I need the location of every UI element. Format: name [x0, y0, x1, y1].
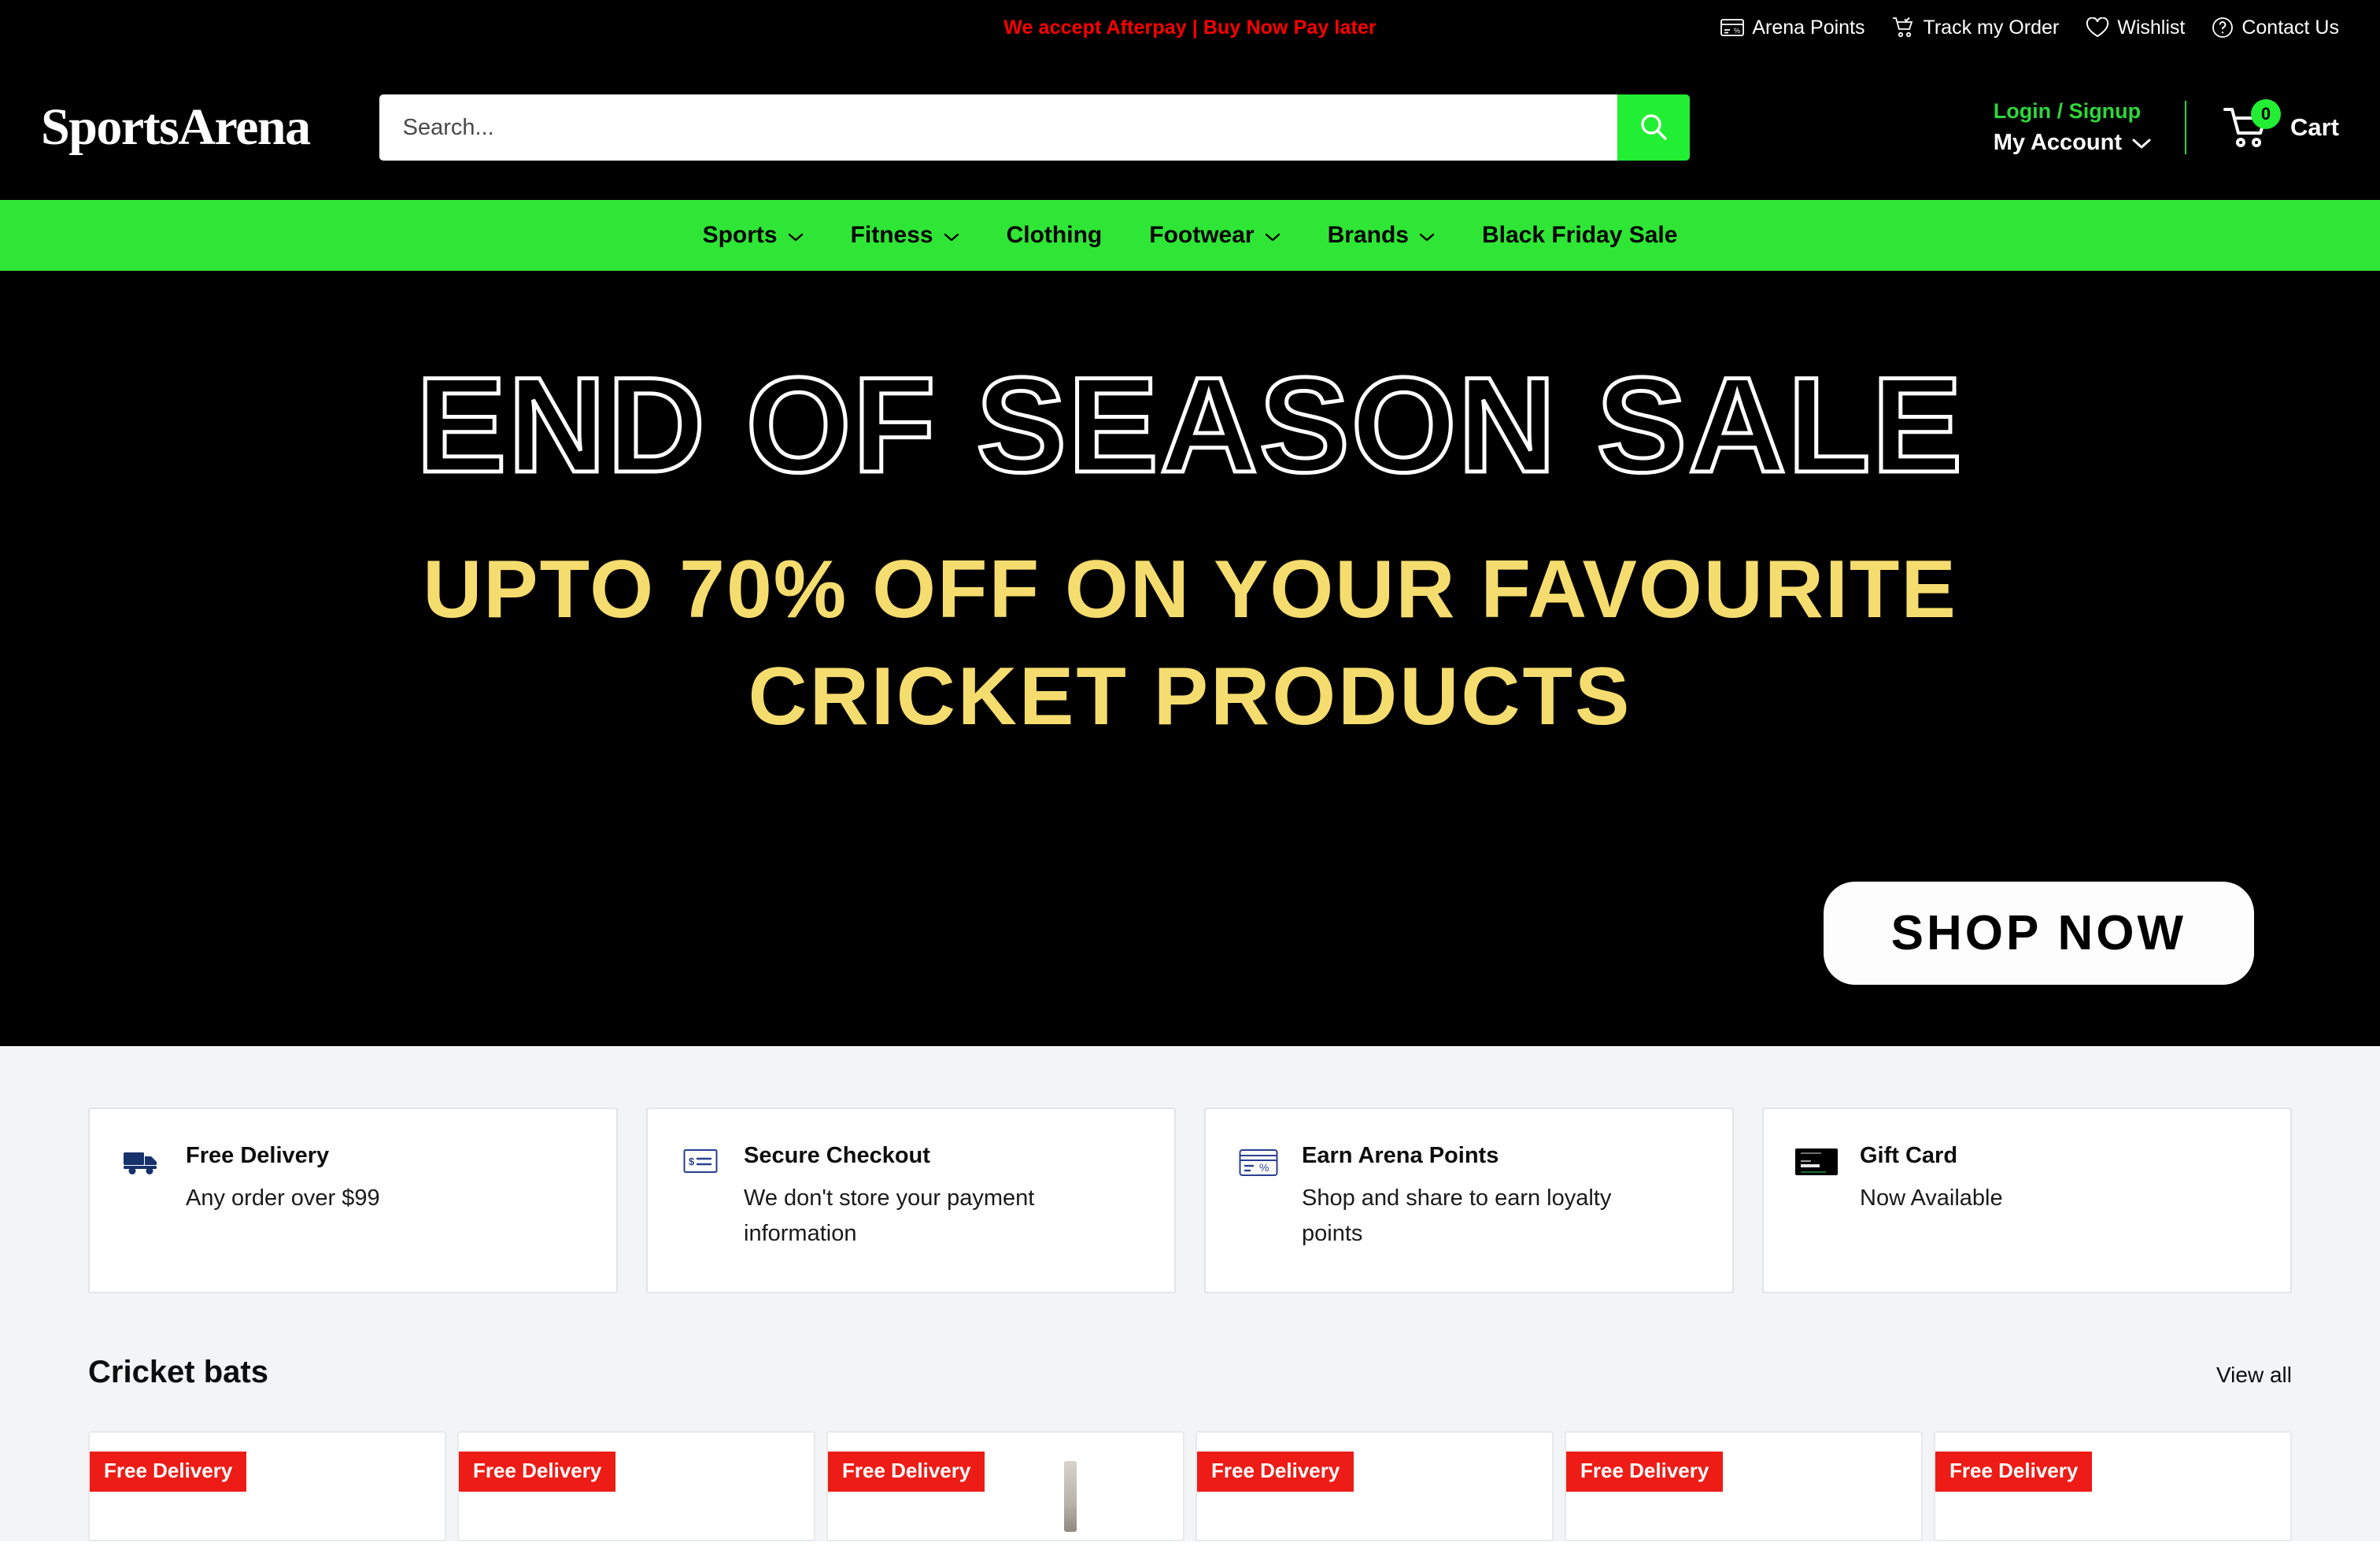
nav-item-black-friday-sale[interactable]: Black Friday Sale: [1458, 222, 1701, 249]
features-row: Free Delivery Any order over $99 $ Secur…: [88, 1108, 2292, 1293]
feature-text: Free Delivery Any order over $99: [186, 1142, 380, 1216]
account-area: Login / Signup My Account 0 Cart: [1994, 99, 2339, 156]
contact-us-link[interactable]: Contact Us: [2212, 17, 2339, 39]
question-circle-icon: [2212, 17, 2234, 39]
chevron-down-icon: [1419, 222, 1435, 249]
contact-us-label: Contact Us: [2241, 16, 2339, 39]
product-card[interactable]: Free Delivery: [88, 1431, 446, 1541]
feature-description: We don't store your payment information: [744, 1185, 1035, 1246]
cart-label: Cart: [2289, 113, 2339, 141]
feature-description: Now Available: [1860, 1185, 2003, 1211]
header-divider: [2184, 101, 2186, 154]
shopping-cart-icon: 0: [2223, 99, 2281, 150]
feature-card-secure-checkout: $ Secure Checkout We don't store your pa…: [646, 1108, 1176, 1293]
site-header: SportsArena Login / Signup My Account: [0, 55, 2380, 200]
card-percent-icon: %: [1720, 18, 1745, 37]
announcement-bar: We accept Afterpay | Buy Now Pay later %…: [0, 0, 2380, 55]
delivery-truck-icon: [121, 1142, 164, 1175]
chevron-down-icon: [788, 222, 804, 249]
product-card[interactable]: Free Delivery: [457, 1431, 815, 1541]
shop-now-button[interactable]: SHOP NOW: [1823, 882, 2254, 985]
loyalty-card-percent-icon: %: [1237, 1142, 1280, 1177]
my-account-label: My Account: [1993, 130, 2122, 155]
nav-label-fitness: Fitness: [850, 222, 933, 248]
cart-check-icon: [1892, 17, 1916, 39]
arena-points-link[interactable]: % Arena Points: [1720, 16, 1865, 39]
search-icon: [1637, 110, 1670, 146]
feature-card-free-delivery: Free Delivery Any order over $99: [88, 1108, 618, 1293]
section-header: Cricket bats View all: [88, 1355, 2292, 1390]
utility-links: % Arena Points Track my Order Wishlist C…: [1720, 17, 2339, 39]
feature-description: Shop and share to earn loyalty points: [1302, 1185, 1612, 1246]
hero-title: END OF SEASON SALE: [414, 350, 1964, 501]
wishlist-link[interactable]: Wishlist: [2086, 17, 2185, 39]
svg-text:$: $: [689, 1156, 695, 1167]
chevron-down-icon: [2131, 130, 2152, 156]
nav-item-footwear[interactable]: Footwear: [1125, 222, 1303, 249]
nav-label-black-friday-sale: Black Friday Sale: [1481, 222, 1678, 248]
my-account-button[interactable]: My Account: [1994, 130, 2152, 156]
arena-points-label: Arena Points: [1752, 16, 1865, 39]
my-account-menu[interactable]: Login / Signup My Account: [1994, 99, 2185, 156]
search-input[interactable]: [379, 94, 1617, 161]
hero-subtitle-line1: UPTO 70% OFF ON YOUR FAVOURITE: [423, 544, 1957, 635]
free-delivery-badge: Free Delivery: [828, 1452, 985, 1492]
chevron-down-icon: [1265, 222, 1281, 249]
nav-label-brands: Brands: [1327, 222, 1409, 248]
search-button[interactable]: [1617, 94, 1690, 161]
nav-item-sports[interactable]: Sports: [679, 222, 827, 249]
feature-title: Gift Card: [1860, 1143, 1958, 1168]
free-delivery-badge: Free Delivery: [1935, 1452, 2093, 1492]
product-thumbnail: [1064, 1461, 1077, 1532]
hero-banner[interactable]: END OF SEASON SALE UPTO 70% OFF ON YOUR …: [0, 271, 2380, 1046]
section-title: Cricket bats: [88, 1355, 268, 1389]
login-signup-link[interactable]: Login / Signup: [1994, 99, 2141, 124]
track-order-link[interactable]: Track my Order: [1892, 16, 2060, 39]
free-delivery-badge: Free Delivery: [1566, 1452, 1724, 1492]
feature-title: Secure Checkout: [744, 1143, 930, 1168]
feature-card-earn-arena-points: % Earn Arena Points Shop and share to ea…: [1204, 1108, 1734, 1293]
gift-card-thumbnail: [1795, 1148, 1838, 1175]
product-card[interactable]: Free Delivery: [1196, 1431, 1554, 1541]
chevron-down-icon: [944, 222, 959, 249]
svg-text:%: %: [1259, 1161, 1269, 1174]
track-order-label: Track my Order: [1923, 16, 2060, 39]
main-navigation: Sports Fitness Clothing Footwear Brands …: [0, 200, 2380, 271]
feature-description: Any order over $99: [186, 1185, 380, 1211]
nav-label-sports: Sports: [702, 222, 778, 248]
nav-item-clothing[interactable]: Clothing: [983, 222, 1126, 249]
feature-title: Earn Arena Points: [1302, 1143, 1499, 1168]
feature-text: Earn Arena Points Shop and share to earn…: [1302, 1142, 1632, 1252]
free-delivery-badge: Free Delivery: [459, 1452, 616, 1492]
products-row: Free Delivery Free Delivery Free Deliver…: [88, 1431, 2292, 1541]
view-all-link[interactable]: View all: [2216, 1363, 2292, 1388]
free-delivery-badge: Free Delivery: [1197, 1452, 1354, 1492]
feature-text: Secure Checkout We don't store your paym…: [744, 1142, 1074, 1252]
product-card[interactable]: Free Delivery: [1934, 1431, 2292, 1541]
svg-text:%: %: [1734, 27, 1740, 35]
heart-icon: [2086, 17, 2109, 38]
cart-count-badge: 0: [2250, 99, 2281, 129]
nav-item-brands[interactable]: Brands: [1304, 222, 1458, 249]
gift-card-thumbnail-icon: [1795, 1142, 1838, 1175]
free-delivery-badge: Free Delivery: [90, 1452, 247, 1492]
cart-button[interactable]: 0 Cart: [2223, 99, 2339, 150]
nav-label-clothing: Clothing: [1006, 222, 1103, 248]
product-card[interactable]: Free Delivery: [826, 1431, 1184, 1541]
nav-label-footwear: Footwear: [1149, 222, 1255, 248]
product-card[interactable]: Free Delivery: [1565, 1431, 1923, 1541]
wishlist-label: Wishlist: [2117, 16, 2186, 39]
feature-text: Gift Card Now Available: [1860, 1142, 2003, 1216]
nav-item-fitness[interactable]: Fitness: [827, 222, 983, 249]
products-section: Cricket bats View all Free Delivery Free…: [0, 1325, 2380, 1541]
feature-title: Free Delivery: [186, 1143, 330, 1168]
search-bar: [379, 94, 1690, 161]
feature-card-gift-card: Gift Card Now Available: [1762, 1108, 2292, 1293]
site-logo[interactable]: SportsArena: [41, 98, 311, 157]
hero-subtitle-line2: CRICKET PRODUCTS: [748, 650, 1632, 742]
features-section: Free Delivery Any order over $99 $ Secur…: [0, 1046, 2380, 1325]
secure-payment-card-icon: $: [679, 1142, 722, 1174]
